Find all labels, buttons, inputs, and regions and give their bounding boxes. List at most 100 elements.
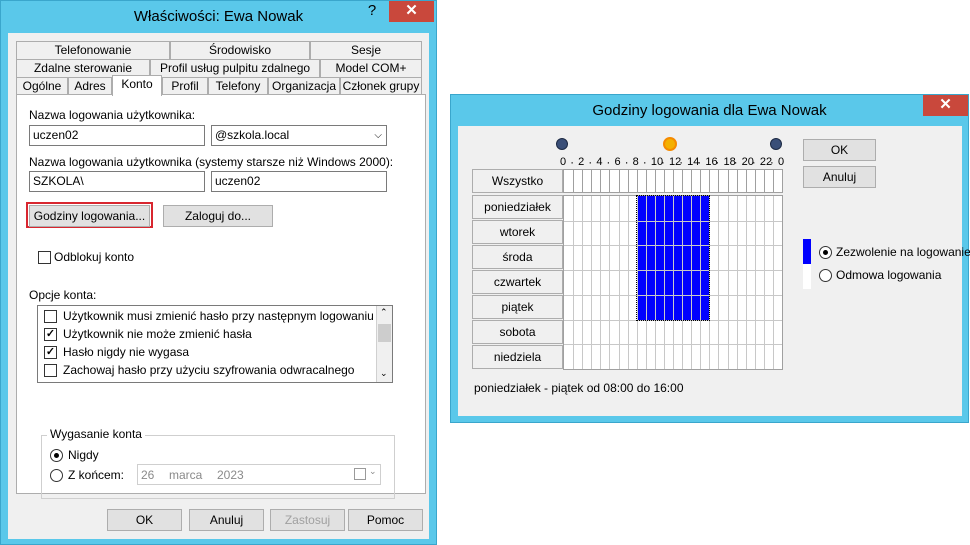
properties-dialog: Właściwości: Ewa Nowak ? ✕ Telefonowanie… bbox=[0, 0, 437, 545]
domain-select[interactable]: @szkola.local ⌵ bbox=[211, 125, 387, 146]
unlock-checkbox[interactable] bbox=[38, 251, 51, 264]
hour-column-line bbox=[691, 170, 693, 192]
hour-column-line bbox=[727, 196, 729, 369]
account-tab-panel: Nazwa logowania użytkownika: uczen02 @sz… bbox=[16, 94, 426, 499]
close-button[interactable]: ✕ bbox=[389, 1, 434, 22]
cancel-button[interactable]: Anuluj bbox=[189, 509, 264, 531]
option-checkbox[interactable]: ✓ bbox=[44, 328, 57, 341]
moon-icon bbox=[770, 138, 782, 150]
hour-separator: · bbox=[751, 155, 756, 169]
expiry-date-picker[interactable]: 26 marca 2023 ⌄ bbox=[137, 464, 381, 485]
option-checkbox[interactable] bbox=[44, 364, 57, 377]
hour-column-line bbox=[745, 196, 747, 369]
options-scrollbar[interactable]: ⌃ ⌄ bbox=[376, 306, 392, 382]
tab-adres[interactable]: Adres bbox=[68, 77, 112, 95]
option-checkbox[interactable]: ✓ bbox=[44, 346, 57, 359]
dialog-title: Godziny logowania dla Ewa Nowak bbox=[592, 102, 827, 119]
permit-legend-swatch bbox=[803, 239, 811, 264]
hour-label: 4 bbox=[596, 156, 603, 168]
domain-value: @szkola.local bbox=[215, 128, 290, 142]
tab-profil[interactable]: Profil bbox=[162, 77, 208, 95]
hours-summary: poniedziałek - piątek od 08:00 do 16:00 bbox=[474, 381, 684, 395]
hour-column-line bbox=[682, 170, 684, 192]
hour-column-line bbox=[645, 170, 647, 192]
day-button[interactable]: poniedziałek bbox=[472, 195, 563, 219]
hour-column-line bbox=[718, 196, 720, 369]
hours-grid[interactable] bbox=[563, 195, 783, 370]
deny-label: Odmowa logowania bbox=[836, 268, 942, 282]
calendar-icon[interactable] bbox=[354, 468, 366, 480]
expiry-end-radio[interactable] bbox=[50, 469, 63, 482]
hour-separator: · bbox=[715, 155, 720, 169]
tab-ogolne[interactable]: Ogólne bbox=[16, 77, 68, 95]
cancel-button[interactable]: Anuluj bbox=[803, 166, 876, 188]
hour-separator: · bbox=[679, 155, 684, 169]
apply-button[interactable]: Zastosuj bbox=[270, 509, 345, 531]
tab-srodowisko[interactable]: Środowisko bbox=[170, 41, 310, 59]
hour-column-line bbox=[654, 170, 656, 192]
day-button[interactable]: wtorek bbox=[472, 220, 563, 244]
hour-column-line bbox=[727, 170, 729, 192]
dialog-client: 0 · 2 · 4 · 6 · 8 · 10 · 12 · 14 · 16 · 18 · 20 · 22 · 0 Wszystk… bbox=[458, 126, 970, 416]
all-hours-strip[interactable] bbox=[563, 169, 783, 193]
tab-telefonowanie[interactable]: Telefonowanie bbox=[16, 41, 170, 59]
permit-radio[interactable] bbox=[819, 246, 832, 259]
tab-konto[interactable]: Konto bbox=[112, 75, 162, 96]
logon-hours-button[interactable]: Godziny logowania... bbox=[29, 205, 150, 227]
day-button[interactable]: czwartek bbox=[472, 270, 563, 294]
tab-czlonek-grupy[interactable]: Członek grupy bbox=[340, 77, 422, 95]
hour-separator: · bbox=[606, 155, 611, 169]
logon-to-button[interactable]: Zaloguj do... bbox=[163, 205, 273, 227]
all-button[interactable]: Wszystko bbox=[472, 169, 563, 193]
expiry-never-radio[interactable] bbox=[50, 449, 63, 462]
logon-name-label: Nazwa logowania użytkownika: bbox=[29, 108, 196, 122]
hour-separator: · bbox=[570, 155, 575, 169]
hour-separator: · bbox=[660, 155, 665, 169]
deny-radio[interactable] bbox=[819, 269, 832, 282]
hour-column-line bbox=[772, 196, 774, 369]
account-options-label: Opcje konta: bbox=[29, 288, 97, 302]
hour-separator: · bbox=[697, 155, 702, 169]
logon-name-input[interactable]: uczen02 bbox=[29, 125, 205, 146]
close-button[interactable]: ✕ bbox=[923, 95, 968, 116]
day-row-line bbox=[564, 344, 782, 346]
hour-separator: · bbox=[588, 155, 593, 169]
legacy-logon-name-input[interactable]: uczen02 bbox=[211, 171, 387, 192]
hour-column-line bbox=[718, 170, 720, 192]
tab-organizacja[interactable]: Organizacja bbox=[268, 77, 340, 95]
tab-sesje[interactable]: Sesje bbox=[310, 41, 422, 59]
unlock-label: Odblokuj konto bbox=[54, 250, 135, 264]
option-label: Użytkownik nie może zmienić hasła bbox=[63, 327, 252, 341]
options-items: Użytkownik musi zmienić hasło przy nastę… bbox=[38, 306, 376, 382]
day-button[interactable]: sobota bbox=[472, 320, 563, 344]
day-button[interactable]: niedziela bbox=[472, 345, 563, 369]
hour-label: 6 bbox=[614, 156, 621, 168]
hour-column-line bbox=[618, 196, 620, 369]
day-button[interactable]: piątek bbox=[472, 295, 563, 319]
scrollbar-thumb[interactable] bbox=[378, 324, 391, 342]
hour-column-line bbox=[627, 170, 629, 192]
scroll-up-icon[interactable]: ⌃ bbox=[380, 307, 388, 318]
tab-model-com[interactable]: Model COM+ bbox=[320, 59, 422, 77]
ok-button[interactable]: OK bbox=[803, 139, 876, 161]
hour-column-line bbox=[591, 170, 593, 192]
help-title-button[interactable]: ? bbox=[355, 1, 389, 22]
chevron-down-icon: ⌵ bbox=[374, 130, 382, 141]
selection-outline bbox=[635, 195, 711, 321]
hour-column-line bbox=[709, 170, 711, 192]
help-button[interactable]: Pomoc bbox=[348, 509, 423, 531]
tab-telefony[interactable]: Telefony bbox=[208, 77, 268, 95]
ok-button[interactable]: OK bbox=[107, 509, 182, 531]
chevron-down-icon[interactable]: ⌄ bbox=[369, 466, 377, 477]
hour-column-line bbox=[600, 196, 602, 369]
hour-column-line bbox=[627, 196, 629, 369]
hour-column-line bbox=[618, 170, 620, 192]
option-checkbox[interactable] bbox=[44, 310, 57, 323]
tab-profil-uslug[interactable]: Profil usług pulpitu zdalnego bbox=[150, 59, 320, 77]
option-label: Użytkownik musi zmienić hasło przy nastę… bbox=[63, 309, 374, 323]
day-button[interactable]: środa bbox=[472, 245, 563, 269]
scroll-down-icon[interactable]: ⌄ bbox=[380, 368, 388, 379]
dialog-client: Telefonowanie Środowisko Sesje Zdalne st… bbox=[8, 33, 429, 539]
hour-column-line bbox=[573, 196, 575, 369]
hour-column-line bbox=[582, 196, 584, 369]
